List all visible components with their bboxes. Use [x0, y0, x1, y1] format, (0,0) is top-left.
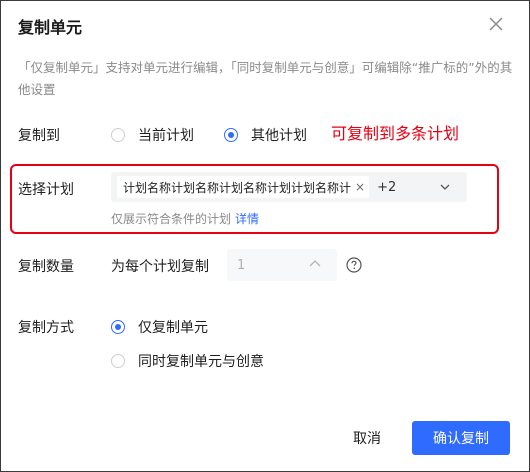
- copy-count-label: 复制数量: [18, 259, 74, 275]
- selected-plan-tag-label: 计划名称计划名称计划名称计划计划名称计: [123, 180, 352, 195]
- cancel-button[interactable]: 取消: [340, 421, 394, 455]
- radio-unit-only[interactable]: 仅复制单元: [111, 317, 208, 337]
- more-count-badge: +2: [377, 179, 397, 195]
- details-link[interactable]: 详情: [235, 212, 259, 226]
- dialog-description: 「仅复制单元」支持对单元进行编辑，「同时复制单元与创意」可编辑除“推广标的”外的…: [18, 60, 513, 97]
- radio-current-plan[interactable]: 当前计划: [111, 125, 194, 145]
- radio-other-plan[interactable]: 其他计划: [224, 125, 307, 145]
- chevron-up-icon[interactable]: [307, 256, 323, 272]
- radio-current-plan-circle[interactable]: [111, 128, 125, 142]
- copy-unit-dialog: 复制单元 「仅复制单元」支持对单元进行编辑，「同时复制单元与创意」可编辑除“推广…: [0, 0, 530, 472]
- close-icon[interactable]: [485, 13, 507, 35]
- radio-unit-and-creative-label: 同时复制单元与创意: [138, 354, 264, 370]
- tag-close-icon[interactable]: ×: [355, 180, 365, 194]
- radio-unit-only-label: 仅复制单元: [138, 320, 208, 336]
- radio-other-plan-label: 其他计划: [251, 128, 307, 144]
- copy-to-label: 复制到: [18, 128, 60, 144]
- chevron-down-icon[interactable]: [439, 181, 451, 193]
- radio-unit-only-circle[interactable]: [111, 320, 125, 334]
- selected-plan-tag: 计划名称计划名称计划名称计划计划名称计 ×: [117, 176, 370, 198]
- plan-select[interactable]: 计划名称计划名称计划名称计划计划名称计 × +2: [111, 172, 467, 202]
- radio-unit-and-creative[interactable]: 同时复制单元与创意: [111, 351, 264, 371]
- annotation-multi-plan: 可复制到多条计划: [331, 124, 460, 143]
- confirm-copy-button[interactable]: 确认复制: [412, 421, 510, 455]
- quantity-value: 1: [237, 257, 246, 273]
- plan-hint: 仅展示符合条件的计划 详情: [111, 210, 259, 227]
- radio-unit-and-creative-circle[interactable]: [111, 354, 125, 368]
- radio-current-plan-label: 当前计划: [138, 128, 194, 144]
- dialog-title: 复制单元: [18, 18, 83, 37]
- plan-hint-text: 仅展示符合条件的计划: [111, 212, 232, 226]
- question-circle-icon[interactable]: [346, 257, 362, 273]
- copy-count-prefix: 为每个计划复制: [111, 259, 209, 275]
- copy-method-label: 复制方式: [18, 320, 74, 336]
- radio-other-plan-circle[interactable]: [224, 128, 238, 142]
- select-plan-label: 选择计划: [18, 182, 74, 198]
